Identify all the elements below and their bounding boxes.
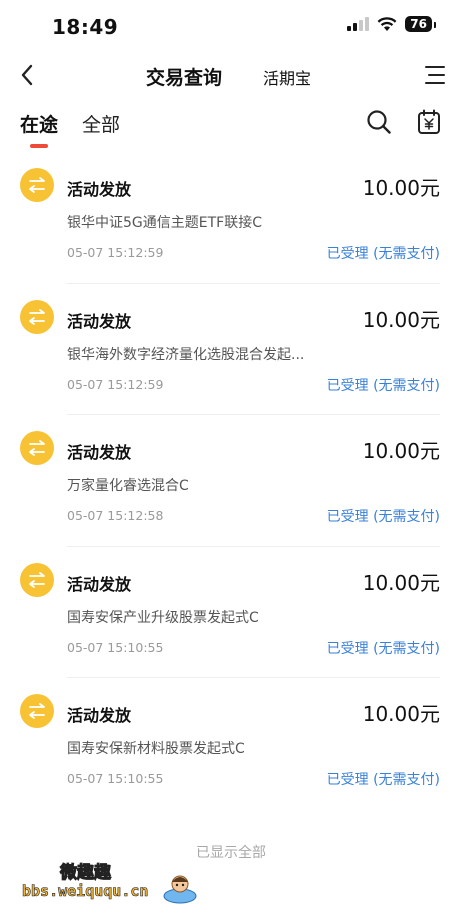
fund-name: 银华中证5G通信主题ETF联接C [67,215,262,231]
active-tab-indicator [30,144,48,148]
transfer-arrows-icon [20,694,54,728]
calendar-icon[interactable] [416,108,442,136]
transaction-status: 已受理 (无需支付) [326,772,440,788]
fund-name: 银华海外数字经济量化选股混合发起... [67,346,305,363]
transfer-arrows-icon [20,562,54,597]
transaction-title: 活动发放 [67,443,132,462]
transaction-row[interactable]: 活动发放 10.00元 国寿安保新材料股票发起式C 05-07 15:10:55… [0,678,462,810]
transaction-row[interactable]: 活动发放 10.00元 国寿安保产业升级股票发起式C 05-07 15:10:5… [0,547,462,678]
transaction-row[interactable]: 活动发放 10.00元 银华海外数字经济量化选股混合发起... 05-07 15… [0,284,462,415]
transfer-arrows-icon [20,431,54,465]
tab-in-transit[interactable]: 在途 [20,110,58,137]
transaction-title: 活动发放 [67,706,132,725]
transaction-amount: 10.00元 [362,702,440,726]
nav-bar: 交易查询 活期宝 [0,54,462,96]
transaction-amount: 10.00元 [362,439,440,463]
watermark-url: bbs.weiququ.cn [22,882,149,901]
transaction-status: 已受理 (无需支付) [326,509,440,525]
signal-icon [347,17,370,31]
transaction-time: 05-07 15:10:55 [67,639,164,655]
transaction-amount: 10.00元 [362,570,440,595]
fund-name: 万家量化睿选混合C [67,478,189,494]
transfer-arrows-icon [20,168,54,202]
transaction-amount: 10.00元 [362,307,440,332]
mascot-icon [163,875,197,904]
transaction-title: 活动发放 [67,311,132,331]
back-chevron-icon[interactable] [14,60,40,90]
transaction-row[interactable]: 活动发放 10.00元 银华中证5G通信主题ETF联接C 05-07 15:12… [0,152,462,284]
watermark-title: 微趣趣 [60,863,112,884]
tab-all[interactable]: 全部 [82,110,120,137]
transfer-arrows-icon [20,299,54,334]
status-bar: 18:49 76 [0,0,462,54]
transaction-status: 已受理 (无需支付) [326,640,440,657]
transaction-status: 已受理 (无需支付) [326,246,440,262]
search-icon[interactable] [366,108,392,136]
tab-bar: 在途 全部 [0,104,462,152]
battery-indicator: 76 [405,16,436,32]
transaction-time: 05-07 15:12:58 [67,508,164,523]
transaction-time: 05-07 15:10:55 [67,771,164,786]
transaction-amount: 10.00元 [362,176,440,200]
transaction-status: 已受理 (无需支付) [326,377,440,394]
menu-icon[interactable] [422,62,448,88]
status-time: 18:49 [52,15,119,39]
transaction-time: 05-07 15:12:59 [67,376,164,392]
fund-name: 国寿安保产业升级股票发起式C [67,609,259,626]
transaction-title: 活动发放 [67,574,132,594]
wifi-icon [377,16,397,31]
transaction-list: 活动发放 10.00元 银华中证5G通信主题ETF联接C 05-07 15:12… [0,152,462,810]
fund-name: 国寿安保新材料股票发起式C [67,741,245,757]
transaction-row[interactable]: 活动发放 10.00元 万家量化睿选混合C 05-07 15:12:58 已受理… [0,415,462,547]
status-indicators: 76 [347,16,436,32]
account-switch[interactable]: 活期宝 [263,65,311,89]
watermark: 微趣趣 bbs.weiququ.cn [22,856,202,912]
transaction-time: 05-07 15:12:59 [67,245,164,260]
page-title: 交易查询 [146,67,223,89]
transaction-title: 活动发放 [67,180,132,199]
